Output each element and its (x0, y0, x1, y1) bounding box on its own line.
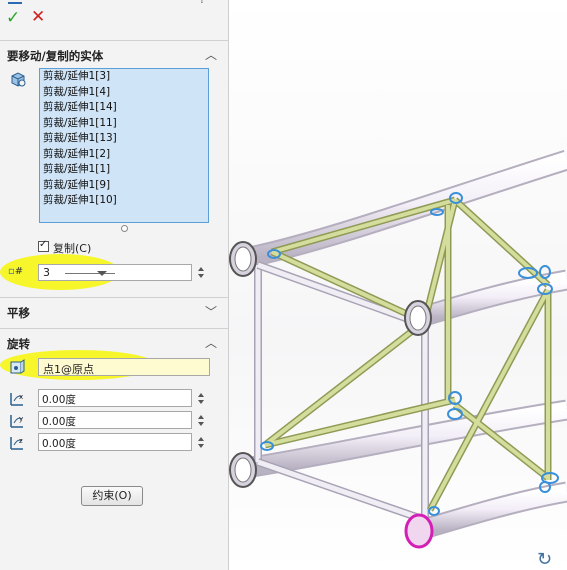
spin-up-icon[interactable] (198, 393, 204, 397)
spin-down-icon[interactable] (198, 422, 204, 426)
rotate-z-icon: z (10, 437, 23, 450)
rotate-z-value: 0.00度 (42, 438, 76, 450)
chevron-up-icon[interactable]: ︿ (205, 334, 217, 351)
rotate-section-header[interactable]: 旋转 ︿ (0, 332, 229, 354)
copies-count-field[interactable]: 3 (38, 264, 192, 281)
svg-text:y: y (19, 415, 23, 423)
tube-end (234, 457, 252, 483)
property-manager-panel: ? ✓ ✕ 要移动/复制的实体 ︿ 剪裁/延伸1[3]剪裁/延伸1[4]剪裁/延… (0, 0, 229, 570)
spin-down-icon[interactable] (198, 400, 204, 404)
body-list-item[interactable]: 剪裁/延伸1[13] (40, 131, 208, 147)
divider (0, 40, 229, 41)
body-list-item[interactable]: 剪裁/延伸1[10] (40, 193, 208, 209)
frame-member (257, 459, 426, 523)
list-resize-handle[interactable] (121, 225, 128, 232)
body-list-item[interactable]: 剪裁/延伸1[1] (40, 162, 208, 178)
chevron-down-icon[interactable]: ﹀ (205, 303, 217, 320)
copies-spinner[interactable] (196, 264, 208, 281)
svg-text:z: z (19, 437, 23, 445)
rotate-x-field[interactable]: 0.00度 (38, 389, 192, 407)
rotate-x-value: 0.00度 (42, 394, 76, 406)
bodies-section-title: 要移动/复制的实体 (7, 49, 104, 63)
tube-end (409, 305, 427, 331)
body-list-item[interactable]: 剪裁/延伸1[4] (40, 85, 208, 101)
body-list-item[interactable]: 剪裁/延伸1[2] (40, 147, 208, 163)
body-list-item[interactable]: 剪裁/延伸1[14] (40, 100, 208, 116)
frame-member (257, 262, 426, 328)
constraints-button[interactable]: 约束(O) (81, 486, 143, 506)
chevron-up-icon[interactable]: ︿ (205, 46, 217, 63)
rotate-x-spinner[interactable] (196, 390, 208, 407)
tube-end (234, 246, 252, 272)
rotate-section-title: 旋转 (7, 337, 30, 351)
bodies-list[interactable]: 剪裁/延伸1[3] 剪裁/延伸1[4] 剪裁/延伸1[14] 剪裁/延伸1[11] 剪裁… (39, 68, 209, 223)
chord-tube (417, 483, 567, 539)
rotate-x-icon: x (10, 393, 23, 406)
body-list-item[interactable]: 剪裁/延伸1[11] (40, 116, 208, 132)
help-icon[interactable]: ? (199, 0, 205, 6)
copies-count-value: 3 (43, 266, 50, 279)
svg-text:x: x (19, 393, 23, 401)
copies-slider[interactable] (65, 273, 115, 274)
bodies-section-header[interactable]: 要移动/复制的实体 ︿ (0, 44, 229, 66)
rotation-origin-field[interactable]: 点1@原点 (38, 358, 210, 376)
body-list-item[interactable]: 剪裁/延伸1[9] (40, 178, 208, 194)
copy-checkbox[interactable] (38, 239, 49, 252)
rotate-view-icon[interactable]: ↻ (537, 549, 552, 570)
check-icon[interactable]: ✓ (6, 8, 20, 28)
spin-down-icon[interactable] (198, 274, 204, 278)
spin-up-icon[interactable] (198, 437, 204, 441)
rotate-z-spinner[interactable] (196, 434, 208, 451)
tube-end-selected (404, 513, 434, 549)
translate-section-header[interactable]: 平移 ﹀ (0, 301, 229, 323)
panel-toolbar: ? ✓ ✕ (0, 0, 229, 36)
close-icon[interactable]: ✕ (31, 7, 45, 27)
rotate-y-value: 0.00度 (42, 416, 76, 428)
translate-section-title: 平移 (7, 306, 30, 320)
rotate-y-field[interactable]: 0.00度 (38, 411, 192, 429)
body-list-item[interactable]: 剪裁/延伸1[3] (40, 69, 208, 85)
truss-model[interactable] (229, 0, 567, 570)
rotate-y-icon: y (10, 415, 23, 428)
chevron-down-icon[interactable] (97, 271, 107, 276)
bodies-icon (11, 72, 26, 87)
rotation-origin-value: 点1@原点 (43, 363, 94, 376)
rotation-origin-icon (10, 359, 25, 374)
copies-count-icon: ▫# (8, 266, 24, 277)
divider (0, 297, 229, 298)
rotate-y-spinner[interactable] (196, 412, 208, 429)
feature-icon (8, 0, 22, 4)
spin-up-icon[interactable] (198, 267, 204, 271)
spin-up-icon[interactable] (198, 415, 204, 419)
divider (0, 328, 229, 329)
rotate-z-field[interactable]: 0.00度 (38, 433, 192, 451)
spin-down-icon[interactable] (198, 444, 204, 448)
